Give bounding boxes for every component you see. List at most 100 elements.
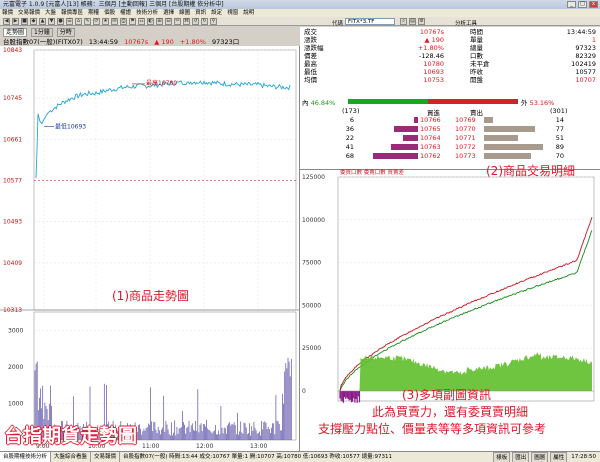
menu-item[interactable]: 報價專區	[61, 10, 83, 16]
inner-ratio-fill	[348, 99, 428, 104]
toolbar-button-icon[interactable]: ★	[102, 17, 109, 25]
toolbar-button-icon[interactable]: ⌘	[183, 17, 190, 25]
maximize-button[interactable]: □	[578, 1, 587, 8]
toolbar-button-icon[interactable]: ✂	[174, 17, 181, 25]
menu-item[interactable]: 個股	[104, 10, 115, 16]
toolbar-button-icon[interactable]: ⌂	[75, 17, 82, 25]
outer-pct: 53.16%	[529, 99, 555, 107]
label-sub-chart-note-2: 支撐壓力點位、價量表等等多項資訊可參考	[318, 422, 547, 436]
quote-row: 開盤 10707	[470, 76, 596, 84]
bid-quantity: 68	[345, 152, 354, 160]
inner-label: 內	[302, 99, 311, 107]
search-icon[interactable]: ⌕	[400, 18, 407, 25]
quote-row: 口數 82329	[470, 52, 596, 60]
toolbar-button-icon[interactable]: ✉	[111, 17, 118, 25]
quote-value: 10707	[575, 76, 596, 84]
workspace-tab[interactable]: 大盤綜合看盤	[51, 452, 92, 462]
total-volume: 97323口	[212, 38, 240, 46]
status-button[interactable]: 匯出	[512, 452, 530, 462]
toolbar-button-icon[interactable]: ◆	[30, 17, 37, 25]
menu-item[interactable]: 選擇	[163, 10, 174, 16]
toolbar-button-icon[interactable]: ▶	[12, 17, 19, 25]
menu-item[interactable]: 設定	[211, 10, 222, 16]
quote-row: 最低 10693	[304, 68, 444, 76]
toolbar-button-icon[interactable]: ◐	[147, 17, 154, 25]
ask-quantity-bar	[484, 135, 518, 141]
toolbar-button-icon[interactable]: ▼	[48, 17, 55, 25]
status-button[interactable]: 屬性	[550, 452, 568, 462]
quote-label: 漲跌	[304, 36, 317, 44]
quote-value: +1.80%	[417, 44, 444, 52]
toolbar-button-icon[interactable]: ▲	[39, 17, 46, 25]
toolbar-button-icon[interactable]: ◀	[3, 17, 10, 25]
toolbar-button-icon[interactable]: ●	[57, 17, 64, 25]
sub-tick-label: 125000	[302, 174, 325, 181]
toolbar-button-icon[interactable]: ↻	[201, 17, 208, 25]
settings-icon[interactable]: ⚙	[418, 18, 425, 25]
workspace-tab[interactable]: 台股期權技術分析	[0, 452, 52, 462]
bid-quantity: 41	[345, 143, 354, 151]
toolbar-button-icon[interactable]: ✎	[84, 17, 91, 25]
menu-item[interactable]: 權證	[120, 10, 131, 16]
label-trend-chart: (1)商品走勢圖	[112, 289, 189, 303]
quote-label: 單量	[470, 36, 483, 44]
ask-quantity: 14	[555, 116, 564, 124]
quote-value: 10780	[423, 60, 444, 68]
toolbar-button-icon[interactable]: ↺	[192, 17, 199, 25]
menu-item[interactable]: 線圖	[179, 10, 190, 16]
menu-item[interactable]: 期權	[88, 10, 99, 16]
menu-item[interactable]: 報價	[2, 10, 13, 16]
window-title: 元富電子 1.0.9 [元富人]13] 帳務：三個月 [主動回報] 三個月 [台…	[0, 0, 600, 9]
quote-row: 成交 10767s	[304, 28, 444, 36]
bid-quantity-bar	[403, 135, 418, 141]
price-tick-label: 10843	[3, 47, 22, 54]
chart-icon[interactable]: ▤	[409, 18, 416, 25]
bid-price: 10766	[420, 116, 441, 124]
sub-chart-legend: 委買口數 委賣口數 買賣差	[340, 169, 404, 176]
toolbar: ◀ ▶ ■ ◆ ▲ ▼ ● ☰ ⌂ ✎ ⟳ ★ ✉ ⎙ ⚑ ☷ ◐ ⊞ ⊟ ✂ ⌘ ↺ ↻ ⚲	[0, 17, 600, 26]
toolbar-button-icon[interactable]: ⊟	[165, 17, 172, 25]
status-actions: 樣板 匯出 圖層 屬性 17:28:50	[493, 452, 598, 462]
menu-item[interactable]: 大盤	[45, 10, 56, 16]
change-arrow-icon: ▲	[154, 38, 160, 46]
price-tick-label: 10409	[3, 260, 22, 267]
quote-label: 昨收	[470, 68, 483, 76]
ask-price: 10769	[455, 116, 476, 124]
minimize-button[interactable]: _	[567, 1, 576, 8]
quote-value: 82329	[575, 52, 596, 60]
menu-item[interactable]: 交易報價	[18, 10, 40, 16]
menu-item[interactable]: 資訊	[195, 10, 206, 16]
menu-item[interactable]: 視窗	[227, 10, 238, 16]
toolbar-button-icon[interactable]: ☰	[66, 17, 73, 25]
ask-quantity-bar	[484, 144, 544, 150]
quote-label: 最高	[304, 60, 317, 68]
status-button[interactable]: 樣板	[493, 452, 511, 462]
toolbar-button-icon[interactable]: ⟳	[93, 17, 100, 25]
ask-quantity-bar	[484, 117, 494, 123]
toolbar-button-icon[interactable]: ⚲	[210, 17, 217, 25]
workspace-tab[interactable]: 交易報價	[91, 452, 121, 462]
close-button[interactable]: x	[589, 1, 598, 8]
toolbar-button-icon[interactable]: ■	[21, 17, 28, 25]
quote-value: ▲ 190	[424, 36, 444, 44]
symbol-input[interactable]: FITX*3.TF	[345, 18, 395, 25]
status-button[interactable]: 圖層	[531, 452, 549, 462]
bid-quantity: 22	[345, 134, 354, 142]
toolbar-button-icon[interactable]: ⊞	[156, 17, 163, 25]
toolbar-button-icon[interactable]: ⚑	[129, 17, 136, 25]
price-chart[interactable]: 10843 10745 10661 10577 10493 10409 10313 最高107…	[0, 46, 300, 451]
price-plot-area	[33, 49, 297, 311]
menu-item[interactable]: 說明	[243, 10, 254, 16]
quote-value: 1	[591, 36, 596, 44]
inner-pct: 46.84%	[310, 99, 336, 107]
menu-item[interactable]: 技術分析	[136, 10, 158, 16]
inner-outer-ratio-bar	[348, 99, 518, 104]
status-info: 台股指數07(一般) 時間:13:44 成交:10767 單量:1 開:1070…	[123, 454, 392, 460]
quote-label: 開盤	[470, 76, 483, 84]
analysis-tools-menu[interactable]: 分析工具	[455, 19, 477, 27]
quote-row: 漲跌 ▲ 190	[304, 36, 444, 44]
toolbar-button-icon[interactable]: ⎙	[120, 17, 127, 25]
quote-value: 97323	[575, 44, 596, 52]
toolbar-button-icon[interactable]: ☷	[138, 17, 145, 25]
outer-label: 外	[521, 99, 530, 107]
